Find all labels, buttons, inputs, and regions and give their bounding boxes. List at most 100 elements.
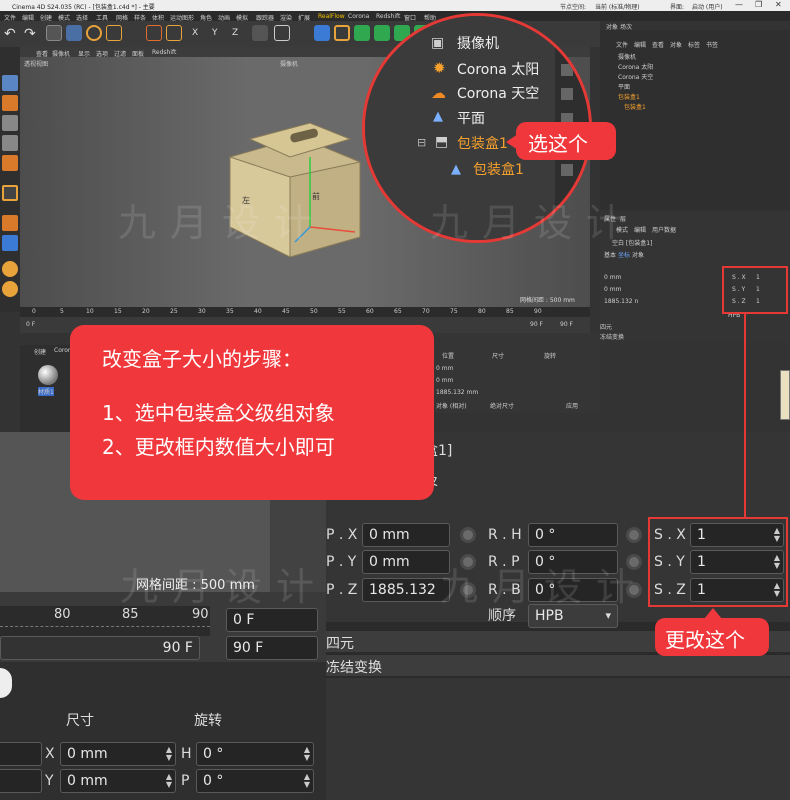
mag-item-corona-sun[interactable]: Corona 太阳 xyxy=(457,58,539,82)
axis-icon[interactable] xyxy=(166,25,182,41)
pos-x-partial[interactable] xyxy=(0,742,42,766)
small-py[interactable]: 0 mm xyxy=(604,286,621,293)
rot-h-value[interactable]: 0 ° xyxy=(203,746,223,762)
coord-apply-small[interactable]: 应用 xyxy=(566,401,578,410)
px-field[interactable]: 0 mm xyxy=(362,523,450,547)
rh-field[interactable]: 0 ° xyxy=(528,523,618,547)
pz-value[interactable]: 1885.132 n xyxy=(369,582,436,601)
mag-item-box-group[interactable]: 包装盒1 xyxy=(457,132,508,156)
mag-item-box[interactable]: 包装盒1 xyxy=(473,158,524,182)
solo-icon[interactable] xyxy=(2,215,18,231)
scale-tool-icon[interactable] xyxy=(106,25,122,41)
om-tab-takes[interactable]: 场次 xyxy=(620,22,632,31)
frame-end-zoom-field[interactable]: 90 F xyxy=(226,636,318,660)
size-x-value[interactable]: 0 mm xyxy=(67,746,108,762)
size-y-value[interactable]: 0 mm xyxy=(67,773,108,789)
mag-checkbox-6[interactable] xyxy=(561,164,573,176)
frame-current-value[interactable]: 0 F xyxy=(233,612,254,628)
workplane-icon[interactable] xyxy=(2,235,18,251)
mat-menu-create[interactable]: 创建 xyxy=(34,347,46,356)
close-icon[interactable]: ✕ xyxy=(775,0,782,9)
x-axis-icon[interactable]: X xyxy=(192,28,198,38)
rotate-tool-icon[interactable] xyxy=(86,25,102,41)
rot-p-value[interactable]: 0 ° xyxy=(203,773,223,789)
om-menu-view[interactable]: 查看 xyxy=(652,40,664,49)
render-region-icon[interactable] xyxy=(274,25,290,41)
size-x-field[interactable]: 0 mm ▲ ▼ xyxy=(60,742,176,766)
attr-subtab-basic[interactable]: 基本 xyxy=(604,250,616,259)
frame-start-field[interactable]: 0 F xyxy=(26,321,35,328)
rot-p-spinner[interactable]: ▲ ▼ xyxy=(304,773,310,789)
model-mode-icon[interactable] xyxy=(2,75,18,91)
rh-radio[interactable] xyxy=(626,527,642,543)
texture-mode-icon[interactable] xyxy=(2,95,18,111)
vp-menu-filter[interactable]: 过滤 xyxy=(114,49,126,58)
attr-menu-userdata[interactable]: 用户数据 xyxy=(652,225,676,234)
om-item-corona-sun[interactable]: Corona 太阳 xyxy=(618,62,653,71)
rh-value[interactable]: 0 ° xyxy=(535,527,555,543)
small-sz-val[interactable]: 1 xyxy=(756,298,760,305)
frame-end-field-2[interactable]: 90 F xyxy=(560,321,573,328)
vp-menu-options[interactable]: 选项 xyxy=(96,49,108,58)
magnet-icon[interactable] xyxy=(2,261,18,277)
mag-checkbox-1[interactable] xyxy=(561,38,573,50)
frame-max-field[interactable]: 90 F xyxy=(0,636,200,660)
edge-mode-icon[interactable] xyxy=(2,135,18,151)
vp-menu-panel[interactable]: 面板 xyxy=(132,49,144,58)
rot-h-spinner[interactable]: ▲ ▼ xyxy=(304,746,310,762)
select-tool-icon[interactable] xyxy=(46,25,62,41)
snap-settings-icon[interactable] xyxy=(2,281,18,297)
move-tool-icon[interactable] xyxy=(66,25,82,41)
node-space-value[interactable]: 当前 (标准/物理) xyxy=(595,2,640,11)
size-y-field[interactable]: 0 mm ▲ ▼ xyxy=(60,769,176,793)
om-item-corona-sky[interactable]: Corona 天空 xyxy=(618,72,653,81)
om-tab-objects[interactable]: 对象 xyxy=(606,22,618,31)
attr-subtab-coord[interactable]: 坐标 xyxy=(618,250,630,259)
coord-pos-z-small[interactable]: 1885.132 mm xyxy=(436,389,478,396)
freeze-section[interactable]: 冻结变换 xyxy=(326,654,790,676)
axis-mode-icon[interactable] xyxy=(2,185,18,201)
py-value[interactable]: 0 mm xyxy=(369,554,410,570)
py-field[interactable]: 0 mm xyxy=(362,550,450,574)
om-menu-file[interactable]: 文件 xyxy=(616,40,628,49)
om-menu-edit[interactable]: 编辑 xyxy=(634,40,646,49)
om-menu-tags[interactable]: 标签 xyxy=(688,40,700,49)
vp-menu-redshift[interactable]: Redshift xyxy=(152,49,176,56)
mag-item-corona-sky[interactable]: Corona 天空 xyxy=(457,82,539,106)
maximize-icon[interactable]: ❐ xyxy=(755,0,762,9)
mag-item-camera[interactable]: 摄像机 xyxy=(457,32,499,56)
px-radio[interactable] xyxy=(460,527,476,543)
minimize-icon[interactable]: — xyxy=(735,0,743,9)
om-item-camera[interactable]: 摄像机 xyxy=(618,52,636,61)
vp-menu-view[interactable]: 查看 xyxy=(36,49,48,58)
snap-icon[interactable] xyxy=(146,25,162,41)
mag-checkbox-3[interactable] xyxy=(561,88,573,100)
size-y-spinner[interactable]: ▲ ▼ xyxy=(166,773,172,789)
vp-menu-display[interactable]: 显示 xyxy=(78,49,90,58)
size-x-spinner[interactable]: ▲ ▼ xyxy=(166,746,172,762)
z-axis-icon[interactable]: Z xyxy=(232,28,238,38)
frame-end-field[interactable]: 90 F xyxy=(530,321,543,328)
om-item-box-group[interactable]: 包装盒1 xyxy=(618,92,640,101)
y-axis-icon[interactable]: Y xyxy=(212,28,218,38)
attr-subtab-object[interactable]: 对象 xyxy=(632,250,644,259)
polygon-mode-icon[interactable] xyxy=(2,155,18,171)
small-px[interactable]: 0 mm xyxy=(604,274,621,281)
pz-field[interactable]: 1885.132 n xyxy=(362,578,450,602)
rot-p-field[interactable]: 0 ° ▲ ▼ xyxy=(196,769,314,793)
side-tab[interactable] xyxy=(780,370,790,420)
menu-realflow[interactable]: RealFlow xyxy=(318,13,345,20)
om-menu-object[interactable]: 对象 xyxy=(670,40,682,49)
material-1-label[interactable]: 材质1 xyxy=(38,387,54,396)
rot-h-field[interactable]: 0 ° ▲ ▼ xyxy=(196,742,314,766)
pos-y-partial[interactable] xyxy=(0,769,42,793)
small-pz[interactable]: 1885.132 n xyxy=(604,298,638,305)
small-sx-val[interactable]: 1 xyxy=(756,274,760,281)
pen-icon[interactable] xyxy=(334,25,350,41)
mag-checkbox-2[interactable] xyxy=(561,64,573,76)
om-item-plane[interactable]: 平面 xyxy=(618,82,630,91)
undo-icon[interactable]: ↶ xyxy=(4,26,16,42)
material-ball-icon[interactable] xyxy=(38,365,58,385)
redo-icon[interactable]: ↷ xyxy=(24,26,36,42)
coord-pos-y-small[interactable]: 0 mm xyxy=(436,377,453,384)
